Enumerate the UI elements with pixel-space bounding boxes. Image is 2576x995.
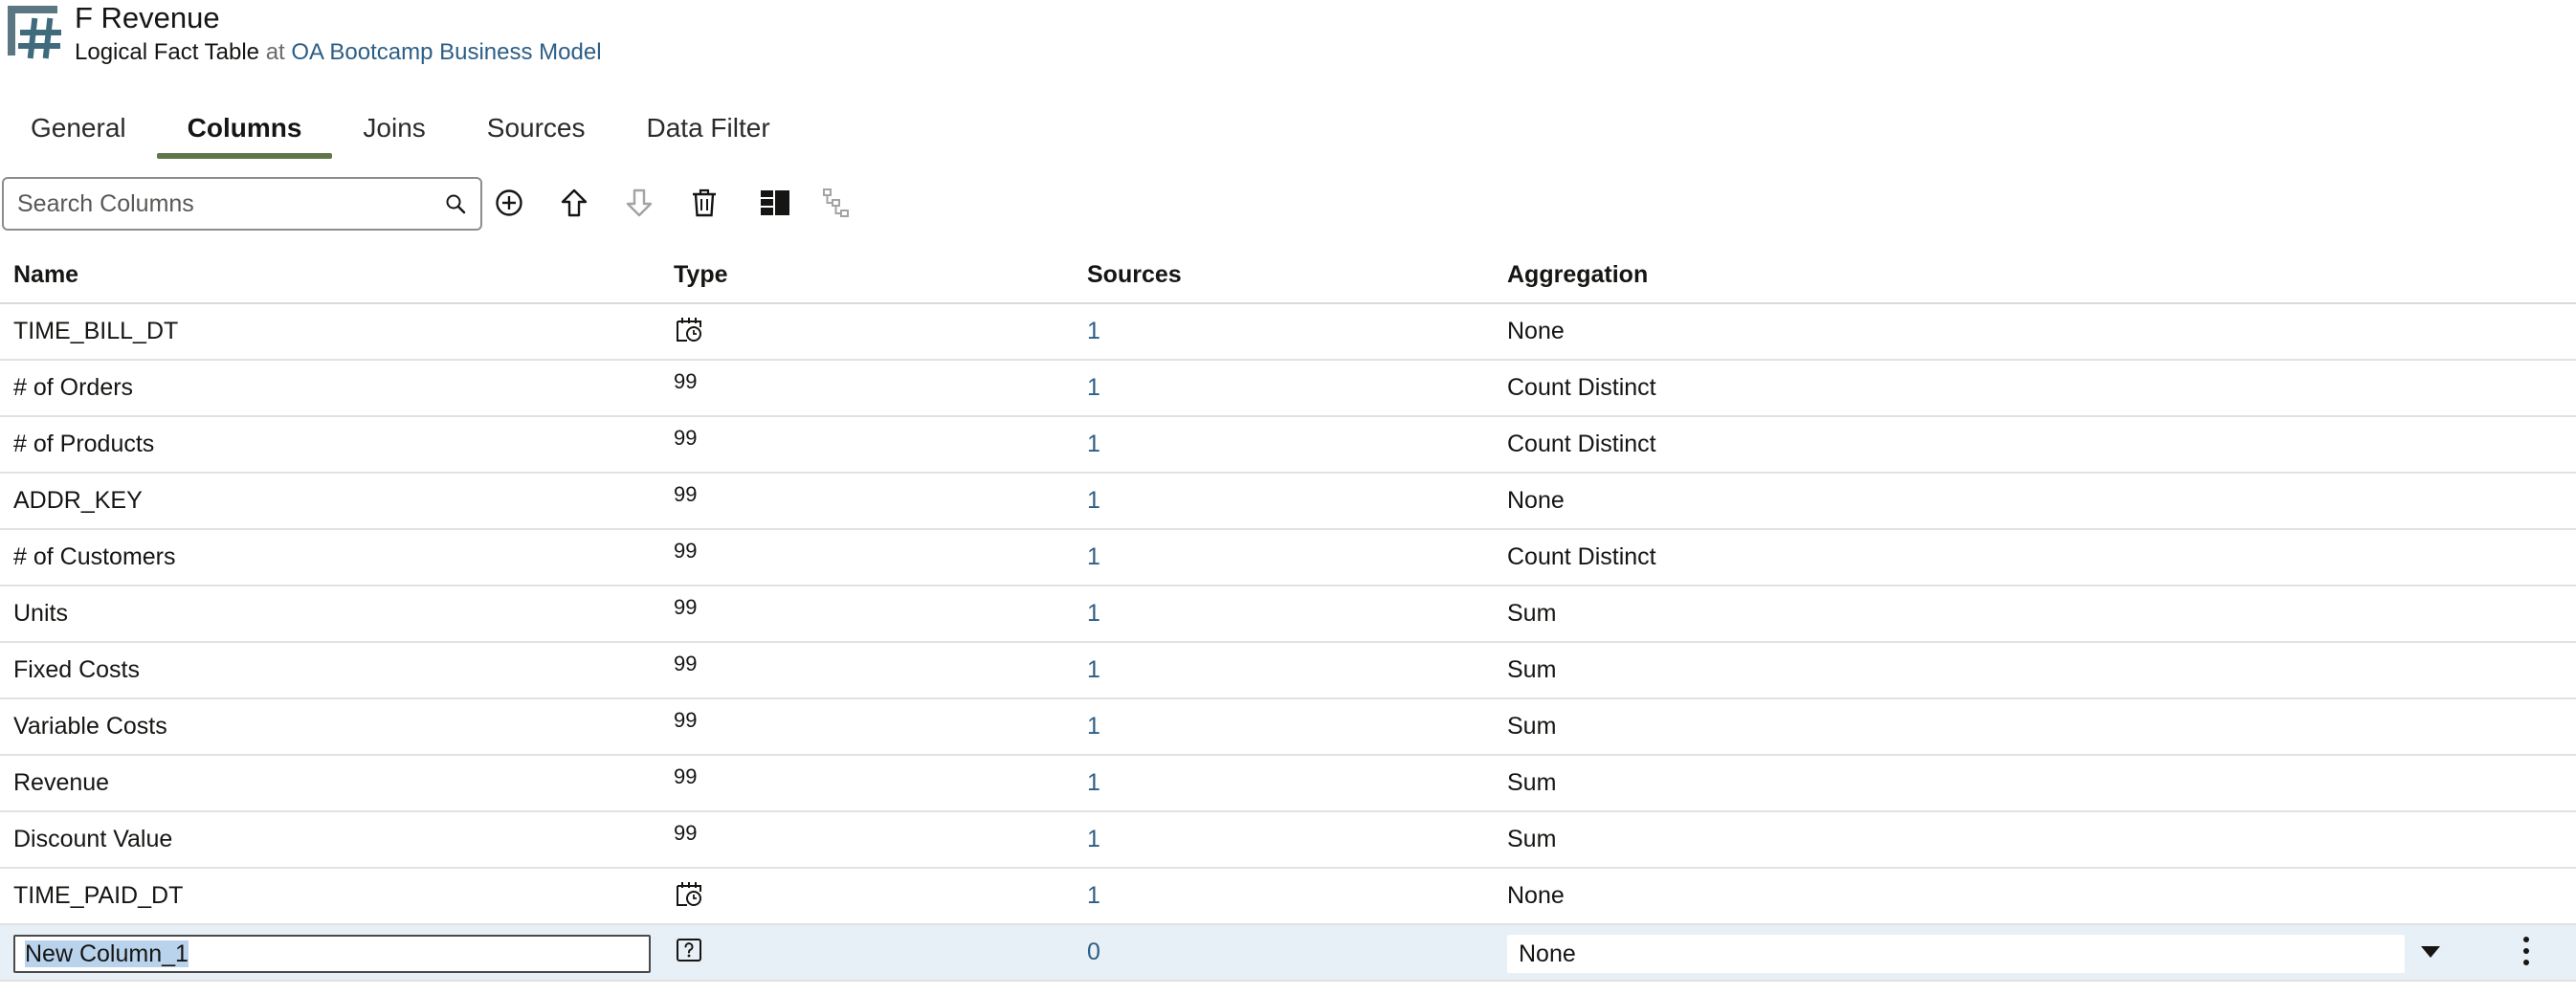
aggregation-value: None: [1507, 487, 1565, 514]
logical-fact-table-icon: [8, 6, 61, 59]
table-row[interactable]: Units 99 1 Sum: [0, 586, 2576, 643]
search-icon[interactable]: [444, 192, 467, 215]
column-name: Units: [13, 600, 68, 627]
column-name: Fixed Costs: [13, 656, 140, 683]
columns-table: Name Type Sources Aggregation TIME_BILL_…: [0, 247, 2576, 982]
numeric-type-icon: 99: [674, 369, 698, 393]
tab-data-filter[interactable]: Data Filter: [616, 100, 801, 159]
aggregation-value: None: [1507, 318, 1565, 344]
sources-count-link[interactable]: 1: [1087, 756, 1100, 810]
numeric-type-icon: 99: [674, 764, 698, 788]
tab-general[interactable]: General: [0, 100, 157, 159]
tab-sources[interactable]: Sources: [456, 100, 616, 159]
sources-count-link[interactable]: 1: [1087, 869, 1100, 923]
column-name-input[interactable]: New Column_1: [13, 935, 651, 973]
move-down-icon[interactable]: [622, 186, 656, 220]
table-row[interactable]: TIME_PAID_DT 1 None: [0, 869, 2576, 925]
numeric-type-icon: 99: [674, 539, 698, 563]
subtitle-object-type: Logical Fact Table: [75, 39, 260, 65]
aggregation-value: Sum: [1507, 769, 1557, 796]
sources-count-link[interactable]: 0: [1087, 925, 1100, 980]
table-row[interactable]: # of Products 99 1 Count Distinct: [0, 417, 2576, 474]
date-type-icon: [677, 882, 701, 906]
aggregation-value: Sum: [1507, 826, 1557, 852]
numeric-type-icon: 99: [674, 652, 698, 675]
table-row[interactable]: TIME_BILL_DT 1 None: [0, 304, 2576, 361]
selected-name-text: New Column_1: [25, 940, 189, 967]
sources-count-link[interactable]: 1: [1087, 586, 1100, 641]
aggregation-value: Count Distinct: [1507, 431, 1656, 457]
table-row[interactable]: # of Orders 99 1 Count Distinct: [0, 361, 2576, 417]
table-row[interactable]: # of Customers 99 1 Count Distinct: [0, 530, 2576, 586]
column-name: Revenue: [13, 769, 110, 796]
more-actions-icon[interactable]: [2520, 937, 2532, 969]
unknown-type-icon: [677, 939, 701, 962]
tab-joins[interactable]: Joins: [332, 100, 455, 159]
column-name: Discount Value: [13, 826, 173, 852]
aggregation-value: Sum: [1507, 600, 1557, 627]
table-row[interactable]: Fixed Costs 99 1 Sum: [0, 643, 2576, 699]
aggregation-value: Count Distinct: [1507, 374, 1656, 401]
numeric-type-icon: 99: [674, 595, 698, 619]
column-name: # of Orders: [13, 374, 134, 401]
sources-count-link[interactable]: 1: [1087, 361, 1100, 415]
aggregation-value: Sum: [1507, 713, 1557, 740]
numeric-type-icon: 99: [674, 426, 698, 450]
delete-icon[interactable]: [687, 186, 722, 220]
column-name: Variable Costs: [13, 713, 167, 740]
numeric-type-icon: 99: [674, 708, 698, 732]
tab-bar: General Columns Joins Sources Data Filte…: [0, 100, 801, 159]
header-type[interactable]: Type: [674, 247, 728, 302]
page-title: F Revenue: [75, 1, 220, 34]
page-root: F Revenue Logical Fact Table at OA Bootc…: [0, 0, 2576, 995]
aggregation-value: Count Distinct: [1507, 543, 1656, 570]
page-subtitle: Logical Fact Table at OA Bootcamp Busine…: [75, 38, 602, 67]
chevron-down-icon[interactable]: [2421, 946, 2440, 958]
aggregation-value: None: [1507, 882, 1565, 909]
header-name[interactable]: Name: [13, 247, 78, 302]
date-type-icon: [677, 318, 701, 342]
detail-view-icon[interactable]: [758, 186, 792, 220]
aggregation-value: Sum: [1507, 656, 1557, 683]
numeric-type-icon: 99: [674, 482, 698, 506]
add-icon[interactable]: [492, 186, 526, 220]
move-up-icon[interactable]: [557, 186, 591, 220]
sources-count-link[interactable]: 1: [1087, 530, 1100, 585]
sources-count-link[interactable]: 1: [1087, 417, 1100, 472]
sources-count-link[interactable]: 1: [1087, 699, 1100, 754]
search-input[interactable]: [17, 183, 429, 225]
column-name: # of Products: [13, 431, 155, 457]
sources-count-link[interactable]: 1: [1087, 304, 1100, 359]
table-row[interactable]: ADDR_KEY 99 1 None: [0, 474, 2576, 530]
sources-count-link[interactable]: 1: [1087, 474, 1100, 528]
tab-columns[interactable]: Columns: [156, 100, 333, 159]
table-row-new-column[interactable]: New Column_1 0 None: [0, 925, 2576, 982]
column-name: ADDR_KEY: [13, 487, 143, 514]
numeric-type-icon: 99: [674, 821, 698, 845]
search-box: [2, 177, 482, 231]
column-name: # of Customers: [13, 543, 176, 570]
table-row[interactable]: Variable Costs 99 1 Sum: [0, 699, 2576, 756]
column-name: TIME_BILL_DT: [13, 318, 179, 344]
header-sources[interactable]: Sources: [1087, 247, 1182, 302]
hierarchy-icon[interactable]: [819, 186, 854, 220]
aggregation-select[interactable]: None: [1507, 935, 2405, 973]
header-aggregation[interactable]: Aggregation: [1507, 247, 1648, 302]
column-name: TIME_PAID_DT: [13, 882, 184, 909]
subtitle-at-word: at: [265, 39, 285, 65]
table-header: Name Type Sources Aggregation: [0, 247, 2576, 304]
sources-count-link[interactable]: 1: [1087, 812, 1100, 867]
table-row[interactable]: Discount Value 99 1 Sum: [0, 812, 2576, 869]
sources-count-link[interactable]: 1: [1087, 643, 1100, 697]
business-model-link[interactable]: OA Bootcamp Business Model: [291, 39, 601, 65]
table-row[interactable]: Revenue 99 1 Sum: [0, 756, 2576, 812]
